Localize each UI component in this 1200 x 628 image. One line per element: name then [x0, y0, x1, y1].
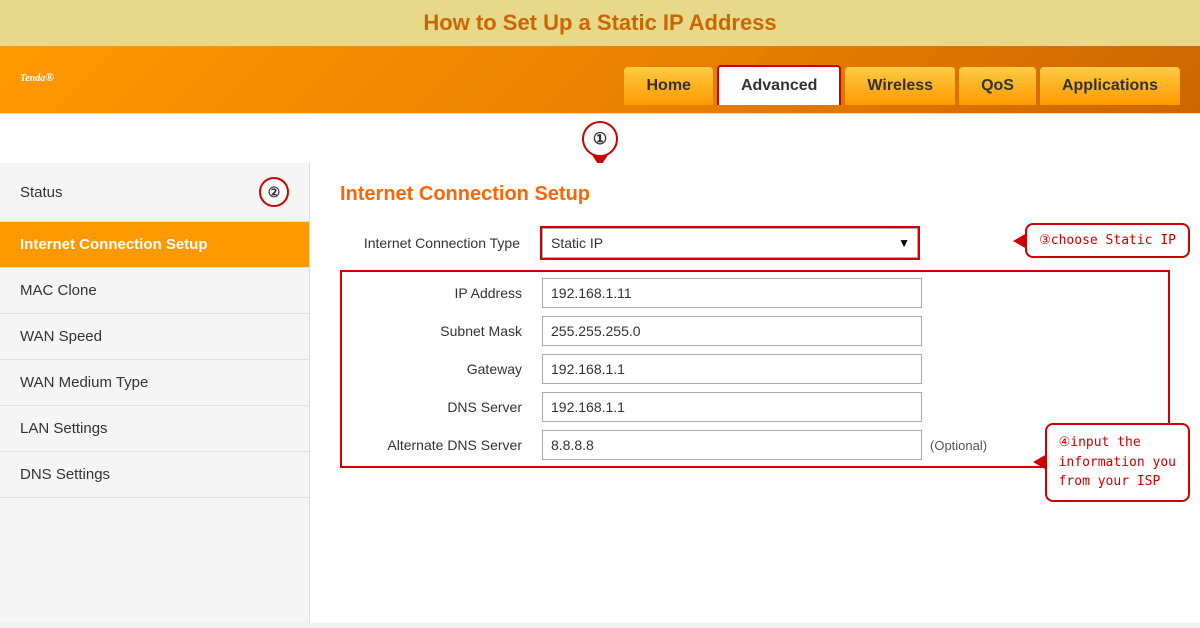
gateway-label: Gateway [342, 361, 542, 377]
ip-address-label: IP Address [342, 285, 542, 301]
alt-dns-input[interactable] [542, 430, 922, 460]
dns-server-label: DNS Server [342, 399, 542, 415]
nav-wireless[interactable]: Wireless [845, 67, 955, 105]
content-title: Internet Connection Setup [340, 183, 1170, 206]
subnet-mask-input[interactable] [542, 316, 922, 346]
nav-home[interactable]: Home [624, 67, 712, 105]
subnet-mask-row: Subnet Mask [342, 316, 1168, 346]
main-layout: Status ② Internet Connection Setup MAC C… [0, 163, 1200, 623]
sidebar-item-dns-settings[interactable]: DNS Settings [0, 452, 309, 498]
annotation-bubble-2: ② [259, 177, 289, 207]
subnet-mask-label: Subnet Mask [342, 323, 542, 339]
ip-address-input[interactable] [542, 278, 922, 308]
sidebar-item-wan-speed[interactable]: WAN Speed [0, 314, 309, 360]
connection-type-select[interactable]: Static IPDynamic IPPPPoEL2TPPPTP [542, 228, 918, 258]
sidebar-item-status[interactable]: Status ② [0, 163, 309, 222]
nav-applications[interactable]: Applications [1040, 67, 1180, 105]
annotation-bubble-3: ③choose Static IP [1025, 223, 1190, 258]
annotation-bubble-1: ① [582, 121, 618, 157]
alt-dns-label: Alternate DNS Server [342, 437, 542, 453]
content-area: Internet Connection Setup Internet Conne… [310, 163, 1200, 623]
dns-server-row: DNS Server [342, 392, 1168, 422]
sidebar-item-internet-connection-setup[interactable]: Internet Connection Setup [0, 222, 309, 268]
header-top: Tenda® Home Advanced Wireless QoS Applic… [20, 56, 1180, 113]
gateway-row: Gateway [342, 354, 1168, 384]
annotation-row-1: ① [0, 113, 1200, 163]
dns-server-input[interactable] [542, 392, 922, 422]
ip-address-row: IP Address [342, 278, 1168, 308]
page-title: How to Set Up a Static IP Address [0, 0, 1200, 46]
optional-label: (Optional) [930, 438, 987, 453]
nav-bar: Home Advanced Wireless QoS Applications [624, 65, 1180, 105]
logo: Tenda® [20, 56, 54, 113]
sidebar-item-wan-medium-type[interactable]: WAN Medium Type [0, 360, 309, 406]
nav-qos[interactable]: QoS [959, 67, 1036, 105]
connection-type-label: Internet Connection Type [340, 235, 540, 251]
annotation-bubble-4: ④input the information you from your ISP [1045, 423, 1190, 502]
sidebar-item-lan-settings[interactable]: LAN Settings [0, 406, 309, 452]
sidebar: Status ② Internet Connection Setup MAC C… [0, 163, 310, 623]
nav-advanced[interactable]: Advanced [717, 65, 841, 105]
gateway-input[interactable] [542, 354, 922, 384]
title-text: How to Set Up a Static IP Address [423, 10, 776, 35]
header: Tenda® Home Advanced Wireless QoS Applic… [0, 46, 1200, 113]
connection-type-select-wrap: Static IPDynamic IPPPPoEL2TPPPTP ▼ [540, 226, 920, 260]
sidebar-item-mac-clone[interactable]: MAC Clone [0, 268, 309, 314]
